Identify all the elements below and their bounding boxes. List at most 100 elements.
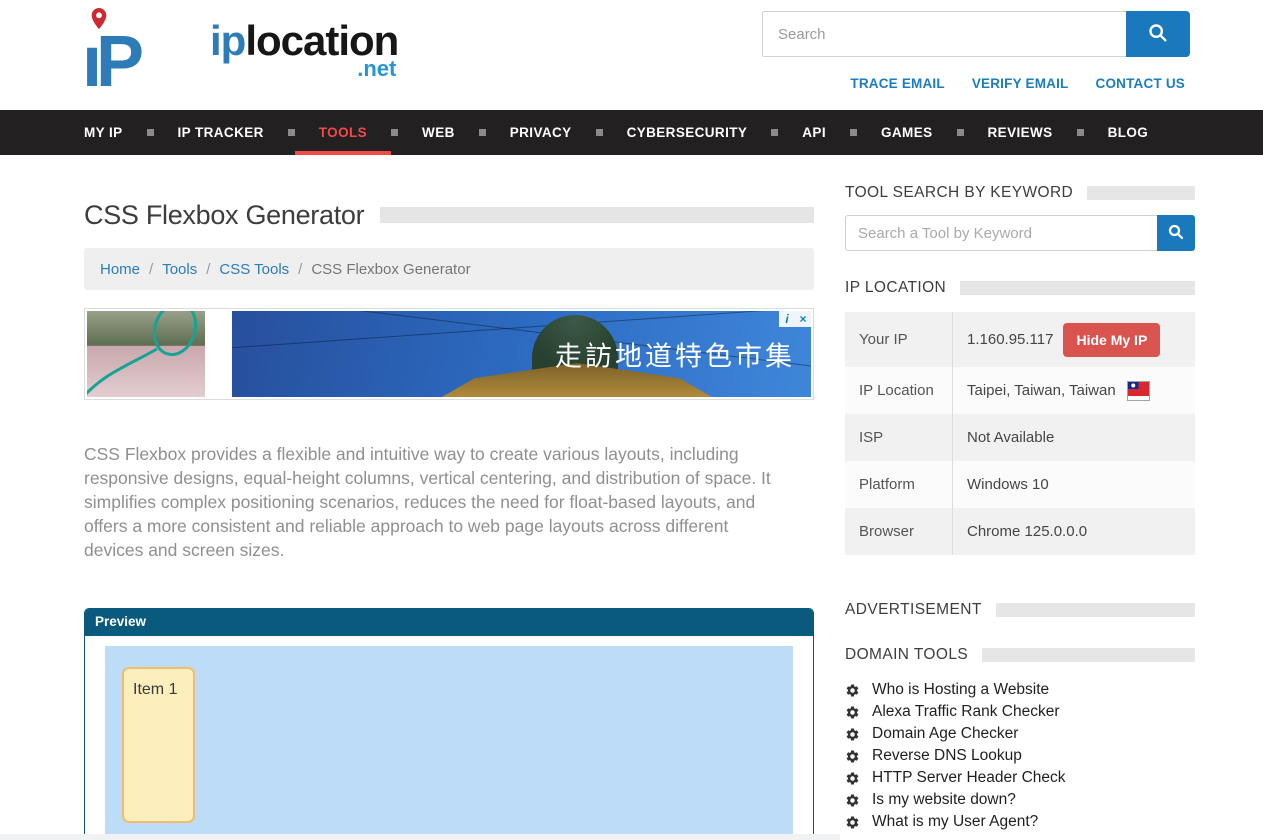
trace-email-link[interactable]: TRACE EMAIL [850,76,944,91]
heading-decorative-bar [1087,186,1195,200]
nav-separator [596,129,603,136]
nav-separator [147,129,154,136]
gear-icon [845,683,860,698]
tool-search-input[interactable] [845,215,1157,251]
ip-row-value: Not Available [952,414,1195,461]
header-search [762,11,1190,57]
table-row: Your IP 1.160.95.117 Hide My IP [845,312,1195,367]
nav-separator [479,129,486,136]
domain-tools-heading: DOMAIN TOOLS [845,646,968,664]
ip-row-value: Windows 10 [952,461,1195,508]
top-header: ıP iplocation .net TRACE EMAIL VERIFY EM… [0,0,1263,110]
flex-preview-item[interactable]: Item 1 [122,667,195,823]
domain-tool-link[interactable]: Alexa Traffic Rank Checker [872,703,1060,721]
flex-preview-container: Item 1 [105,646,793,840]
nav-item-games[interactable]: GAMES [857,110,957,155]
list-item[interactable]: Is my website down? [845,789,1195,811]
ad-caption-text: 走訪地道特色市集 [555,335,795,374]
breadcrumb-separator: / [206,261,210,278]
domain-tools-list: Who is Hosting a Website Alexa Traffic R… [845,679,1195,833]
page-title: CSS Flexbox Generator [84,200,364,231]
ip-row-label: Browser [845,523,952,540]
nav-item-blog[interactable]: BLOG [1084,110,1173,155]
breadcrumb-current: CSS Flexbox Generator [311,261,470,278]
list-item[interactable]: Alexa Traffic Rank Checker [845,701,1195,723]
header-search-input[interactable] [762,11,1126,57]
ip-row-label: ISP [845,429,952,446]
page: ıP iplocation .net TRACE EMAIL VERIFY EM… [0,0,1263,840]
heading-decorative-bar [960,281,1195,295]
list-item[interactable]: What is my User Agent? [845,811,1195,833]
ip-row-value: Chrome 125.0.0.0 [952,508,1195,555]
breadcrumb-css-tools[interactable]: CSS Tools [219,261,289,278]
nav-item-web[interactable]: WEB [398,110,479,155]
logo-word-ip: ip [210,17,245,64]
ad-controls: i × [779,311,811,327]
ip-row-value: Taipei, Taiwan, Taiwan [952,367,1195,414]
domain-tool-link[interactable]: Domain Age Checker [872,725,1018,743]
domain-tool-link[interactable]: Is my website down? [872,791,1016,809]
table-row: IP Location Taipei, Taiwan, Taiwan [845,367,1195,414]
nav-item-privacy[interactable]: PRIVACY [486,110,596,155]
ip-row-label: Your IP [845,331,952,348]
gear-icon [845,771,860,786]
nav-separator [1077,129,1084,136]
gear-icon [845,705,860,720]
table-row: Platform Windows 10 [845,461,1195,508]
ad-info-icon[interactable]: i [779,311,795,327]
list-item[interactable]: Reverse DNS Lookup [845,745,1195,767]
header-links: TRACE EMAIL VERIFY EMAIL CONTACT US [850,76,1185,91]
breadcrumb-separator: / [149,261,153,278]
nav-item-api[interactable]: API [778,110,850,155]
verify-email-link[interactable]: VERIFY EMAIL [972,76,1069,91]
breadcrumb-tools[interactable]: Tools [162,261,197,278]
nav-item-cybersecurity[interactable]: CYBERSECURITY [603,110,772,155]
nav-separator [850,129,857,136]
page-title-row: CSS Flexbox Generator [84,200,814,230]
gear-icon [845,749,860,764]
nav-separator [771,129,778,136]
domain-tool-link[interactable]: HTTP Server Header Check [872,769,1066,787]
contact-us-link[interactable]: CONTACT US [1096,76,1186,91]
domain-tools-heading-row: DOMAIN TOOLS [845,646,1195,664]
ip-location-heading: IP LOCATION [845,279,946,297]
taiwan-flag-icon [1128,382,1149,400]
nav-item-ip-tracker[interactable]: IP TRACKER [154,110,288,155]
hide-my-ip-button[interactable]: Hide My IP [1063,323,1160,357]
ip-location-value: Taipei, Taiwan, Taiwan [967,382,1116,399]
preview-panel: Preview Item 1 [84,608,814,840]
domain-tool-link[interactable]: Who is Hosting a Website [872,681,1049,699]
ip-row-label: Platform [845,476,952,493]
list-item[interactable]: Who is Hosting a Website [845,679,1195,701]
nav-item-tools[interactable]: TOOLS [295,110,391,155]
advertisement-heading-row: ADVERTISEMENT [845,601,1195,619]
heading-decorative-bar [996,603,1195,617]
list-item[interactable]: HTTP Server Header Check [845,767,1195,789]
footer-strip [0,834,840,840]
search-icon [1167,223,1185,244]
ad-banner[interactable]: 走訪地道特色市集 i × [84,308,814,400]
title-decorative-bar [380,207,814,223]
breadcrumb-home[interactable]: Home [100,261,140,278]
domain-tool-link[interactable]: Reverse DNS Lookup [872,747,1022,765]
nav-separator [957,129,964,136]
tool-search-button[interactable] [1157,215,1195,251]
list-item[interactable]: Domain Age Checker [845,723,1195,745]
nav-item-my-ip[interactable]: MY IP [84,110,147,155]
breadcrumb-separator: / [298,261,302,278]
nav-item-reviews[interactable]: REVIEWS [964,110,1077,155]
heading-decorative-bar [982,648,1195,662]
site-logo[interactable]: ıP iplocation .net [82,8,398,92]
ad-left-image [87,311,205,397]
domain-tool-link[interactable]: What is my User Agent? [872,813,1038,831]
logo-mark: ıP [82,8,210,92]
ip-location-table: Your IP 1.160.95.117 Hide My IP IP Locat… [845,312,1195,555]
search-icon [1147,22,1169,47]
preview-panel-header: Preview [85,609,813,636]
table-row: ISP Not Available [845,414,1195,461]
ad-close-icon[interactable]: × [795,311,811,327]
logo-wordmark: iplocation .net [210,20,398,92]
map-pin-icon [88,6,110,37]
header-search-button[interactable] [1126,11,1190,57]
ip-row-value: 1.160.95.117 Hide My IP [952,312,1195,367]
